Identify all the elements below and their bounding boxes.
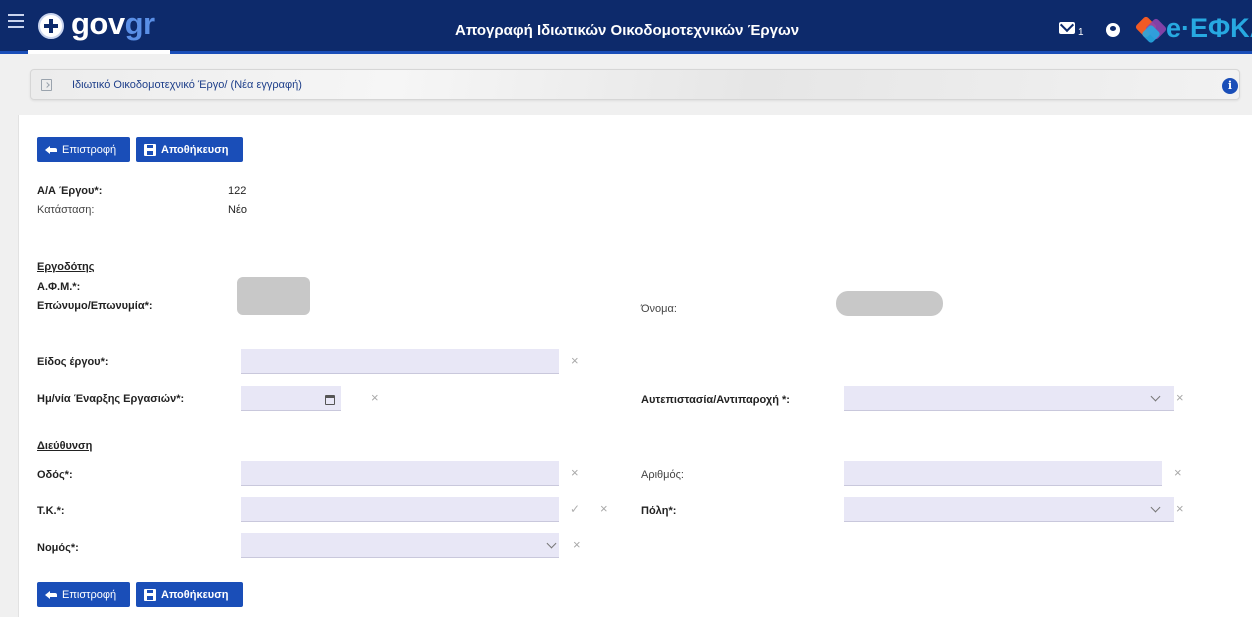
back-button-label: Επιστροφή: [62, 588, 117, 601]
logo-text-gr: gr: [124, 6, 156, 41]
mail-icon[interactable]: [1059, 22, 1075, 34]
street-label: Οδός*:: [37, 469, 73, 481]
aa-label: Α/Α Έργου*:: [37, 185, 103, 197]
self-build-select[interactable]: [844, 386, 1174, 411]
postal-check-icon: ✓: [570, 502, 581, 516]
efka-logo-icon: [1134, 15, 1168, 44]
city-label: Πόλη*:: [641, 505, 677, 517]
postal-code-label: Τ.Κ.*:: [37, 505, 65, 517]
top-header: govgr Απογραφή Ιδιωτικών Οικοδομοτεχνικώ…: [0, 0, 1252, 54]
status-label: Κατάσταση:: [37, 204, 95, 216]
calendar-icon[interactable]: [325, 395, 335, 405]
save-button-label: Αποθήκευση: [161, 588, 229, 601]
save-button-label: Αποθήκευση: [161, 143, 229, 156]
street-clear-icon[interactable]: ×: [571, 466, 579, 479]
back-button-bottom[interactable]: Επιστροφή: [37, 582, 130, 607]
logo-text-gov: gov: [71, 6, 125, 41]
name-label: Όνομα:: [641, 303, 677, 315]
city-select[interactable]: [844, 497, 1174, 522]
redacted-name: [836, 291, 943, 316]
hamburger-menu-icon[interactable]: [8, 14, 24, 28]
back-arrow-icon: [45, 145, 57, 154]
back-button[interactable]: Επιστροφή: [37, 137, 130, 162]
breadcrumb-text: Ιδιωτικό Οικοδομοτεχνικό Έργο/ (Νέα εγγρ…: [72, 79, 302, 91]
aa-value: 122: [228, 185, 247, 197]
work-type-clear-icon[interactable]: ×: [571, 354, 579, 367]
number-label: Αριθμός:: [641, 469, 684, 481]
info-icon[interactable]: i: [1222, 78, 1238, 94]
postal-clear-icon[interactable]: ×: [600, 502, 608, 515]
start-date-clear-icon[interactable]: ×: [371, 391, 379, 404]
redacted-value: [237, 277, 310, 315]
afm-label: Α.Φ.Μ.*:: [37, 281, 81, 293]
save-icon: [144, 588, 156, 601]
logo-underline: [28, 50, 170, 54]
work-type-label: Είδος έργου*:: [37, 356, 109, 368]
city-clear-icon[interactable]: ×: [1176, 502, 1184, 515]
start-date-label: Ημ/νία Έναρξης Εργασιών*:: [37, 393, 185, 405]
street-input[interactable]: [241, 461, 559, 486]
work-type-input[interactable]: [241, 349, 559, 374]
mail-count-badge: 1: [1078, 27, 1084, 38]
user-icon[interactable]: [1106, 23, 1120, 37]
status-value: Νέο: [228, 204, 247, 216]
number-clear-icon[interactable]: ×: [1174, 466, 1182, 479]
employer-section-title: Εργοδότης: [37, 261, 95, 273]
form-panel: Επιστροφή Αποθήκευση Α/Α Έργου*: 122 Κατ…: [18, 115, 1252, 617]
self-build-label: Αυτεπιστασία/Αντιπαροχή *:: [641, 394, 790, 406]
efka-logo-text: e·ΕΦΚΑ: [1166, 13, 1252, 43]
greek-seal-logo: [38, 13, 64, 39]
govgr-logo[interactable]: govgr: [71, 6, 155, 42]
save-icon: [144, 143, 156, 156]
address-section-title: Διεύθυνση: [37, 440, 93, 452]
back-arrow-icon: [45, 590, 57, 599]
prefecture-select[interactable]: [241, 533, 559, 558]
back-button-label: Επιστροφή: [62, 143, 117, 156]
surname-label: Επώνυμο/Επωνυμία*:: [37, 300, 153, 312]
number-input[interactable]: [844, 461, 1162, 486]
breadcrumb: Ιδιωτικό Οικοδομοτεχνικό Έργο/ (Νέα εγγρ…: [30, 69, 1240, 100]
save-button[interactable]: Αποθήκευση: [136, 137, 243, 162]
prefecture-clear-icon[interactable]: ×: [573, 538, 581, 551]
app-title: Απογραφή Ιδιωτικών Οικοδομοτεχνικών Έργω…: [455, 22, 800, 39]
self-build-clear-icon[interactable]: ×: [1176, 391, 1184, 404]
exit-icon[interactable]: [41, 79, 52, 91]
postal-code-input[interactable]: [241, 497, 559, 522]
save-button-bottom[interactable]: Αποθήκευση: [136, 582, 243, 607]
prefecture-label: Νομός*:: [37, 542, 79, 554]
